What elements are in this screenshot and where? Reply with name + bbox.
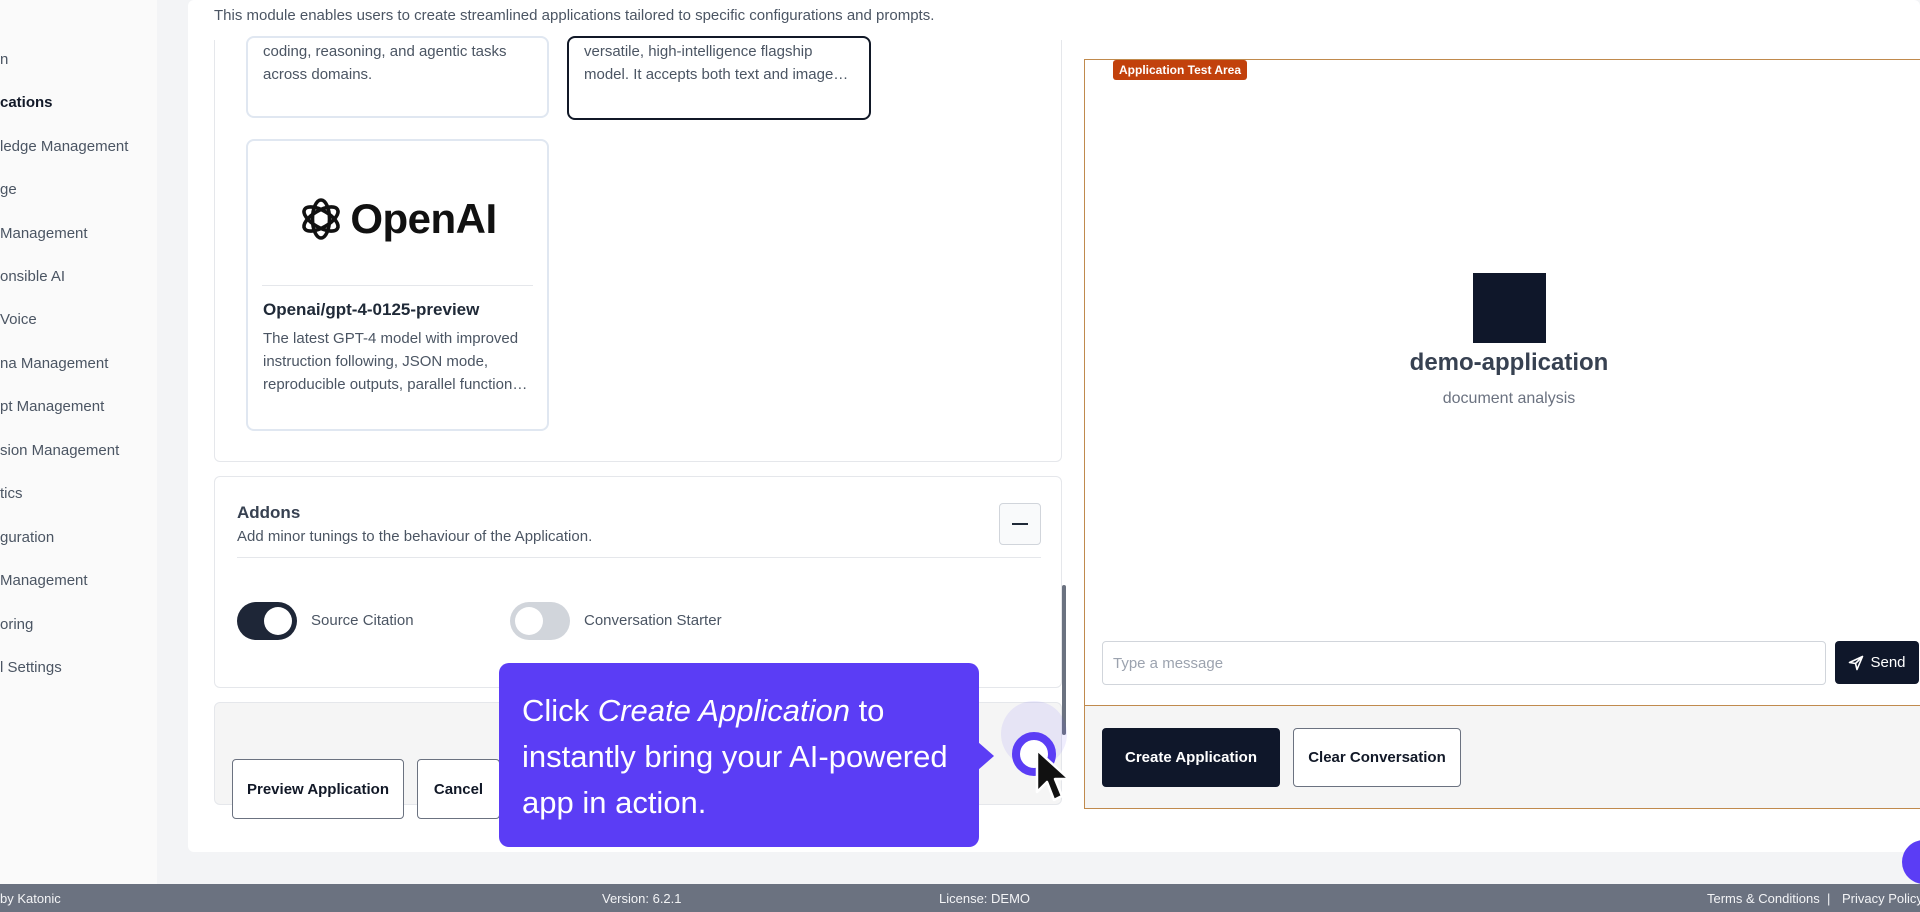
clear-conversation-button[interactable]: Clear Conversation [1293,728,1461,787]
sidebar-item-knowledge-management[interactable]: ledge Management [0,138,128,155]
message-input[interactable] [1102,641,1826,685]
send-icon [1849,655,1864,670]
model-card-1[interactable]: coding, reasoning, and agentic tasks acr… [246,36,549,118]
test-area-actions: Create Application Clear Conversation [1085,705,1920,808]
addons-collapse-button[interactable] [999,503,1041,545]
sidebar-item-management[interactable]: Management [0,225,88,242]
model-card-2-description: versatile, high-intelligence flagship mo… [584,40,854,86]
openai-logo: OpenAI [262,153,533,286]
sidebar-item-responsible-ai[interactable]: onsible AI [0,268,65,285]
send-button[interactable]: Send [1835,641,1919,684]
model-card-1-description: coding, reasoning, and agentic tasks acr… [263,40,532,86]
model-card-2-line1: versatile, high-intelligence flagship [584,43,813,60]
sidebar-item-persona-management[interactable]: na Management [0,355,108,372]
app-name: demo-application [1409,349,1609,376]
openai-logo-text: OpenAI [350,195,497,242]
source-citation-toggle[interactable] [237,602,297,640]
preview-application-button[interactable]: Preview Application [232,759,404,819]
addons-section: Addons Add minor tunings to the behaviou… [214,476,1062,688]
footer: by Katonic Version: 6.2.1 License: DEMO … [0,884,1920,912]
test-area-tag: Application Test Area [1113,60,1248,80]
sidebar-item-analytics[interactable]: tics [0,485,23,502]
footer-terms-link[interactable]: Terms & Conditions [1707,891,1820,906]
scrollbar-thumb[interactable] [1062,585,1066,735]
footer-privacy-link[interactable]: Privacy Policy [1842,891,1920,906]
send-label: Send [1870,654,1906,671]
addons-title: Addons [237,503,301,522]
sidebar-item-permission-management[interactable]: sion Management [0,442,119,459]
model-card-openai[interactable]: OpenAI Openai/gpt-4-0125-preview The lat… [246,139,549,431]
sidebar-item-usage[interactable]: ge [0,181,17,198]
tooltip-prefix: Click [522,693,598,728]
footer-brand: by Katonic [0,891,61,906]
sidebar: n cations ledge Management ge Management… [0,0,157,884]
model-card-openai-title: Openai/gpt-4-0125-preview [263,300,480,319]
app-avatar [1473,273,1546,343]
sidebar-item-voice[interactable]: Voice [0,311,37,328]
sidebar-item-0[interactable]: n [0,51,8,68]
page-description: This module enables users to create stre… [214,7,935,24]
create-application-button[interactable]: Create Application [1102,728,1280,787]
source-citation-label: Source Citation [311,612,414,629]
toggle-knob [515,607,543,635]
model-card-2[interactable]: versatile, high-intelligence flagship mo… [567,36,871,120]
guide-tooltip-arrow [978,742,994,770]
sidebar-item-general-settings[interactable]: l Settings [0,659,62,676]
mouse-cursor-icon [1035,748,1071,802]
model-card-openai-description: The latest GPT-4 model with improved ins… [263,327,532,396]
sidebar-item-prompt-management[interactable]: pt Management [0,398,104,415]
footer-separator: | [1827,891,1831,906]
footer-license: License: DEMO [939,891,1031,906]
cancel-button[interactable]: Cancel [417,759,500,819]
model-card-2-line2: model. It accepts both text and image… [584,66,849,83]
sidebar-item-user-management[interactable]: Management [0,572,88,589]
model-card-openai-line1: The latest GPT-4 model with improved [263,330,519,347]
footer-version: Version: 6.2.1 [602,891,682,906]
app-description: document analysis [1442,390,1576,407]
model-card-1-line2: across domains. [263,66,373,83]
conversation-starter-toggle[interactable] [510,602,570,640]
conversation-starter-label: Conversation Starter [584,612,722,629]
minus-icon [1012,523,1028,525]
model-selection-card: coding, reasoning, and agentic tasks acr… [214,36,1062,462]
sidebar-item-configuration[interactable]: guration [0,529,54,546]
addons-subtitle: Add minor tunings to the behaviour of th… [237,528,593,545]
model-card-1-line1: coding, reasoning, and agentic tasks [263,43,507,60]
toggle-knob [264,607,292,635]
sidebar-item-monitoring[interactable]: oring [0,616,33,633]
model-card-openai-line3: reproducible outputs, parallel function… [263,376,528,393]
openai-logo-icon [302,198,341,240]
addons-divider [237,557,1041,558]
sidebar-item-applications[interactable]: cations [0,94,53,111]
guide-tooltip-text: Click Create Application to instantly br… [522,688,962,826]
application-test-area [1084,59,1920,809]
tooltip-emphasis: Create Application [597,693,850,728]
model-card-openai-line2: instruction following, JSON mode, [263,353,489,370]
